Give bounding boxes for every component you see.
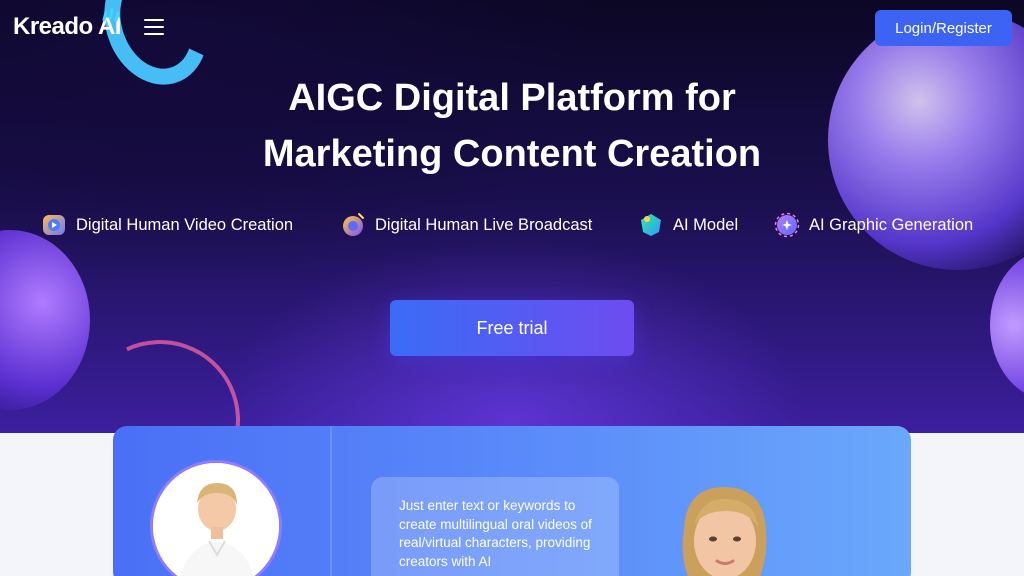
- presenter-image: [153, 463, 279, 576]
- decorative-sphere: [990, 250, 1024, 400]
- live-broadcast-icon: [343, 213, 364, 236]
- presenter-image: [682, 487, 767, 576]
- demo-divider: [330, 426, 332, 576]
- feature-label: Digital Human Video Creation: [76, 215, 294, 234]
- headline-line-2: Marketing Content Creation: [262, 133, 762, 175]
- feature-list: Digital Human Video Creation Digital Hum…: [0, 208, 1024, 242]
- feature-label: AI Graphic Generation: [809, 215, 974, 234]
- free-trial-button[interactable]: Free trial: [390, 300, 634, 356]
- presenter-preview: [672, 485, 776, 576]
- demo-text-bubble: Just enter text or keywords to create mu…: [371, 477, 619, 576]
- headline-line-1: AIGC Digital Platform for: [288, 77, 736, 119]
- login-register-button[interactable]: Login/Register: [875, 10, 1012, 46]
- feature-label: Digital Human Live Broadcast: [375, 215, 593, 234]
- brand-logo[interactable]: Kreado AI: [13, 8, 121, 42]
- feature-live-broadcast[interactable]: Digital Human Live Broadcast: [340, 208, 592, 242]
- graphic-generation-icon: [774, 212, 800, 238]
- demo-description: Just enter text or keywords to create mu…: [399, 498, 592, 569]
- ai-model-icon: [641, 214, 661, 236]
- feature-ai-model[interactable]: AI Model: [638, 208, 738, 242]
- feature-graphic-generation[interactable]: AI Graphic Generation: [774, 208, 973, 242]
- decorative-sphere: [0, 230, 90, 410]
- page-title: AIGC Digital Platform for Marketing Cont…: [0, 70, 1024, 182]
- feature-video-creation[interactable]: Digital Human Video Creation: [41, 208, 293, 242]
- hamburger-menu-icon[interactable]: [144, 19, 164, 35]
- logo-spark-icon: [102, 8, 120, 22]
- video-creation-icon: [43, 215, 65, 235]
- feature-label: AI Model: [673, 215, 739, 234]
